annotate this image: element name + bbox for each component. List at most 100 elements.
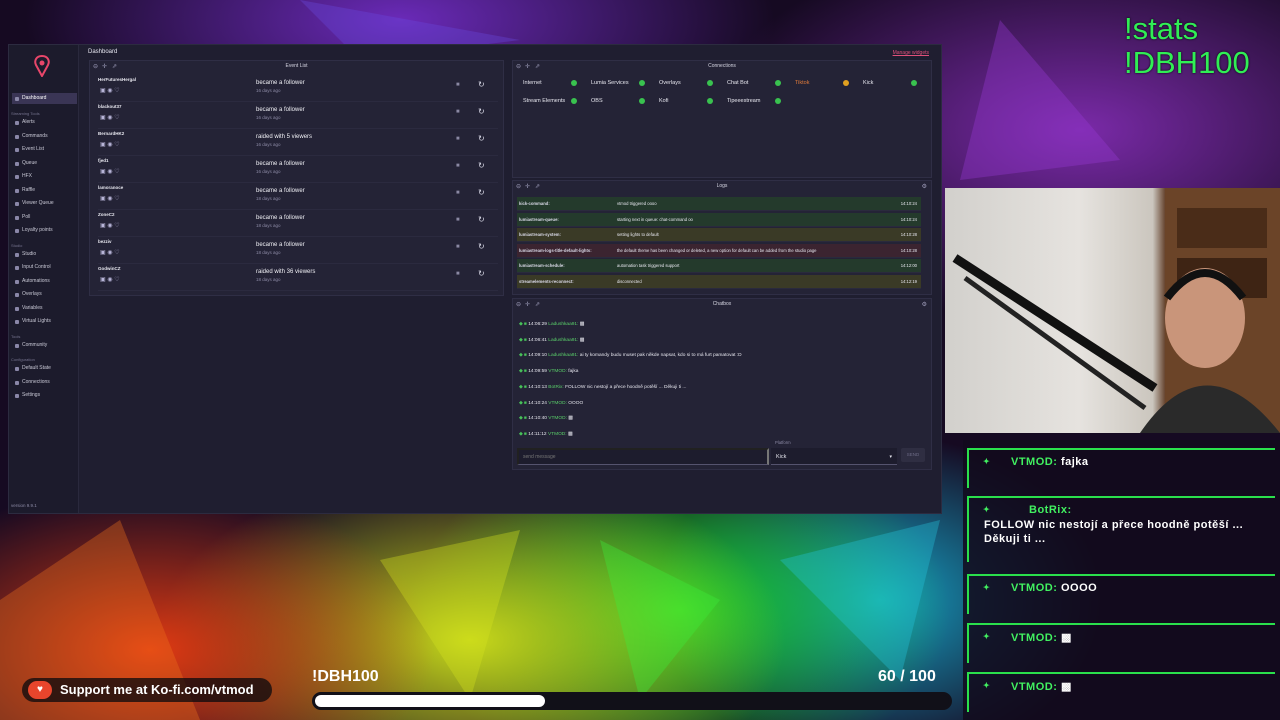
sidebar-item-label: Settings [22,392,41,398]
event-list-title: Event List [285,63,308,69]
sidebar-item-virtual-lights[interactable]: Virtual Lights [12,316,77,327]
log-time: 14:10:24 [900,201,917,206]
trash-icon[interactable]: ■ [456,82,460,88]
sidebar-item-label: Input Control [22,264,51,270]
replay-icon[interactable]: ↻ [478,188,485,197]
sidebar-item-settings[interactable]: Settings [12,390,77,401]
replay-icon[interactable]: ↻ [478,242,485,251]
sidebar-item-label: Poll [22,213,31,220]
sidebar-item-input-control[interactable]: Input Control [12,262,77,273]
sidebar-item-raffle[interactable]: Raffle [12,185,77,196]
connection-lumia-services[interactable]: Lumia Services [587,77,649,89]
trash-icon[interactable]: ■ [456,190,460,196]
sidebar-item-connections[interactable]: Connections [12,377,77,388]
sidebar-section-label: Studio [11,242,23,248]
sidebar-item-commands[interactable]: Commands [12,131,77,142]
sidebar-item-event-list[interactable]: Event List [12,144,77,155]
sidebar-item-hfx[interactable]: HFX [12,171,77,182]
sidebar-item-community[interactable]: Community [12,340,77,351]
trash-icon[interactable]: ■ [456,109,460,115]
chat-text: ▩ [568,416,573,422]
sidebar-item-automations[interactable]: Automations [12,276,77,287]
sidebar-item-viewer-queue[interactable]: Viewer Queue [12,198,77,209]
manage-widgets-link[interactable]: Manage widgets [893,50,929,56]
event-username: fjed1 [98,158,109,163]
connection-kofi[interactable]: Kofi [655,95,717,107]
sidebar-item-variables[interactable]: Variables [12,303,77,314]
event-username: blackout37 [98,104,122,109]
kick-badge-icon: ◆ ■ [519,400,529,406]
sidebar-item-loyalty-points[interactable]: Loyalty points [12,225,77,236]
overlay-chat-message: ✦ VTMOD: fajka [967,448,1275,488]
connection-kick[interactable]: Kick [859,77,921,89]
chat-user: Ladushkaa91: [548,322,579,327]
event-message: became a follower [256,161,305,167]
badge-icon: ✦ [983,583,991,592]
event-time: 18 days ago [256,223,281,228]
log-time: 14:12:19 [900,278,917,284]
connection-status-icon [775,80,781,86]
dbh-command-text: !DBH100 [1124,45,1250,80]
connection-label: Tipeeestream [727,98,761,104]
sidebar-item-alerts[interactable]: Alerts [12,117,77,128]
event-platform-icons: ▣ ◉ ♡ [100,250,120,256]
sidebar-item-poll[interactable]: Poll [12,212,77,223]
trash-icon[interactable]: ■ [456,217,460,223]
chat-text: ▩ [579,337,585,343]
log-message: setting lights to default [617,232,659,237]
event-username: lamoranoce [98,185,124,190]
trash-icon[interactable]: ■ [456,244,460,250]
replay-icon[interactable]: ↻ [478,134,485,143]
replay-icon[interactable]: ↻ [478,215,485,224]
event-time: 16 days ago [256,115,281,120]
chat-time: 14:06:29 [528,322,547,327]
log-time: 14:10:24 [900,216,917,222]
connection-tipeeestream[interactable]: Tipeeestream [723,95,785,107]
trash-icon[interactable]: ■ [456,163,460,169]
badge-icon: ✦ [983,505,991,514]
sidebar-item-studio[interactable]: Studio [12,249,77,260]
event-username: GodwinCZ [98,266,121,271]
chat-user: Ladushkaa91: [548,337,579,343]
event-message: became a follower [256,107,305,113]
stats-overlay: !stats !DBH100 [1124,12,1250,80]
event-message: raided with 36 viewers [256,269,316,275]
replay-icon[interactable]: ↻ [478,107,485,116]
event-row: BernardHK2 ▣ ◉ ♡ raided with 5 viewers 16 d… [98,129,498,156]
platform-select[interactable]: Kick ▾ [771,448,897,465]
connection-status-icon [639,80,645,86]
connection-chat-bot[interactable]: Chat Bot [723,77,785,89]
sidebar-item-icon [15,343,19,348]
connection-status-icon [911,80,917,86]
log-source: lumiastream-schedule: [519,263,565,268]
connection-label: Lumia Services [591,80,629,86]
connection-tiktok[interactable]: Tiktok [791,77,853,89]
goal-target: 100 [909,668,936,685]
replay-icon[interactable]: ↻ [478,161,485,170]
sidebar-item-queue[interactable]: Queue [12,158,77,169]
connection-stream-elements[interactable]: Stream Elements [519,95,581,107]
connection-obs[interactable]: OBS [587,95,649,107]
badge-icon: ✦ [983,457,991,466]
connection-label: Tiktok [795,80,810,86]
trash-icon[interactable]: ■ [456,136,460,142]
replay-icon[interactable]: ↻ [478,269,485,278]
connection-internet[interactable]: Internet [519,77,581,89]
send-button[interactable]: SEND [901,448,925,462]
kick-badge-icon: ◆ ■ [519,322,529,327]
event-time: 16 days ago [256,142,281,147]
chat-message-input[interactable] [517,448,769,465]
sidebar-item-icon [15,148,19,152]
trash-icon[interactable]: ■ [456,271,460,277]
sidebar-item-label: Loyalty points [22,227,53,233]
connection-overlays[interactable]: Overlays [655,77,717,89]
sidebar-item-overlays[interactable]: Overlays [12,289,77,300]
sidebar-item-dashboard[interactable]: Dashboard [12,93,77,104]
sidebar-item-label: Queue [22,159,38,166]
page-title: Dashboard [88,49,118,55]
event-username: BernardHK2 [98,131,125,136]
sidebar-item-default-state[interactable]: Default State [12,363,77,374]
sidebar-item-icon [15,97,19,101]
replay-icon[interactable]: ↻ [478,80,485,89]
lumia-dashboard-window: Dashboard Streaming Tools Alerts Commands Ev… [8,44,942,514]
